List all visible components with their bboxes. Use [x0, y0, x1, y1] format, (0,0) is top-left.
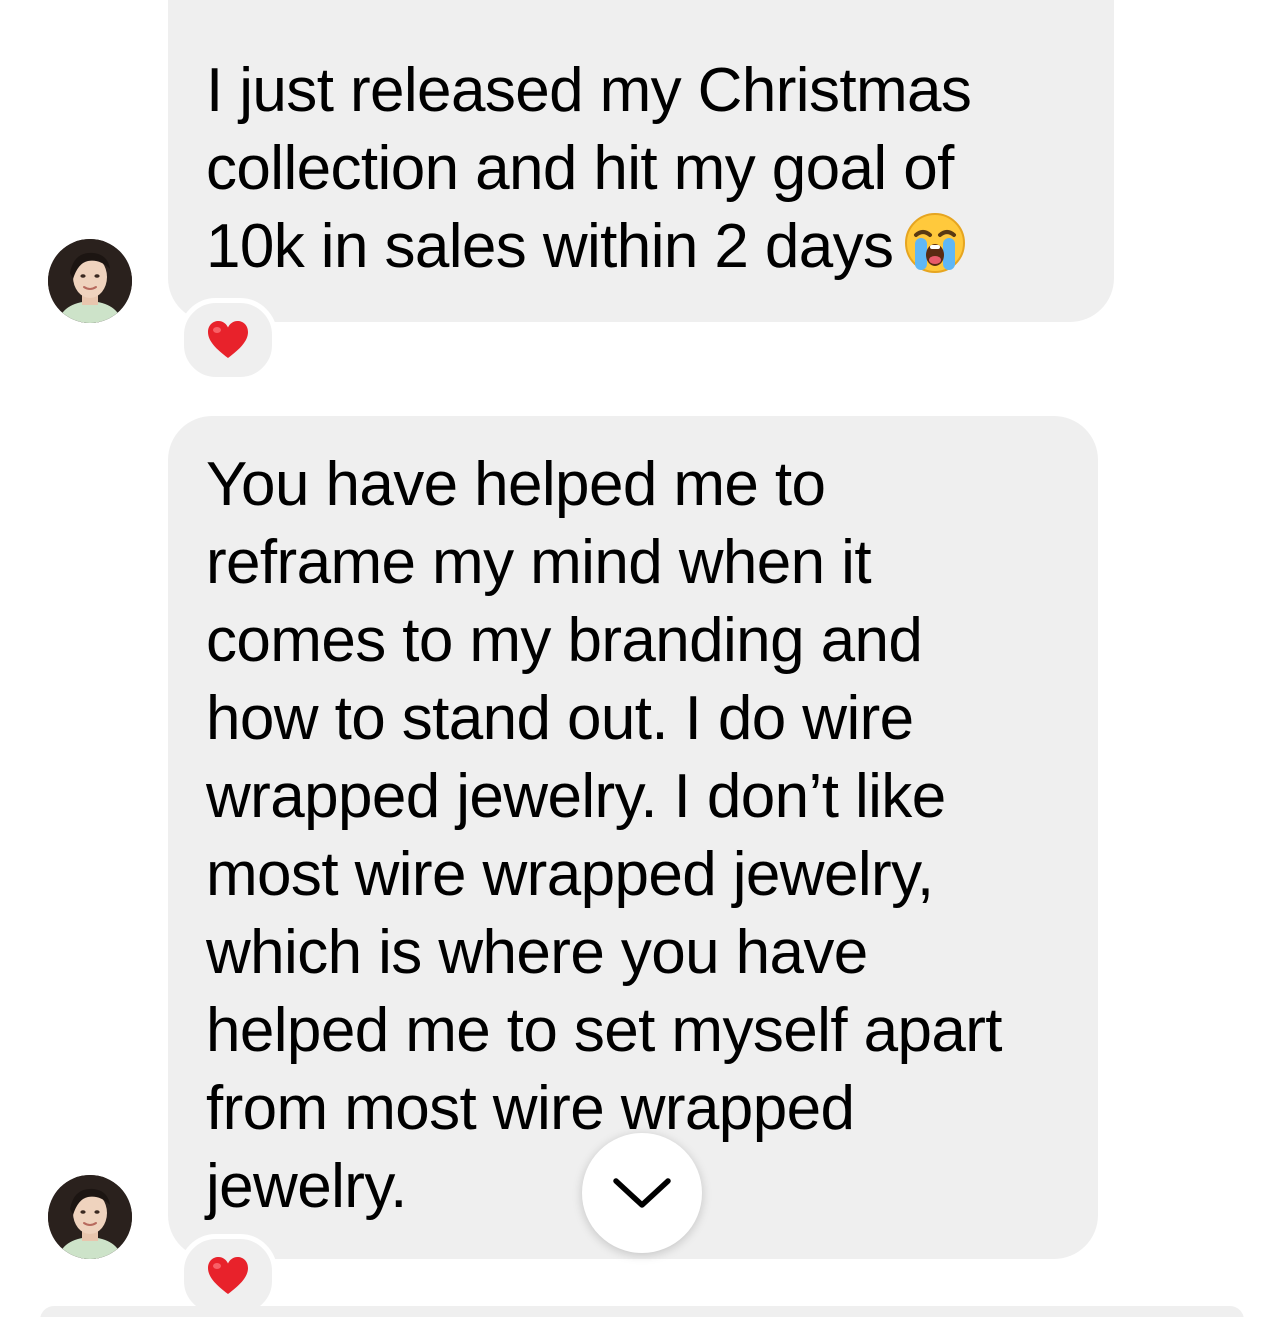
chevron-down-icon [613, 1178, 671, 1208]
heart-reaction[interactable] [179, 1234, 277, 1317]
next-message-edge [40, 1306, 1244, 1317]
message-text: I just released my Christmas collection … [206, 56, 972, 281]
loudly-crying-face-icon [903, 211, 967, 294]
scroll-to-bottom-button[interactable] [582, 1133, 702, 1253]
red-heart-icon [208, 321, 248, 358]
sender-avatar[interactable] [48, 1175, 132, 1259]
avatar-image [48, 239, 132, 323]
avatar-image [48, 1175, 132, 1259]
sender-avatar[interactable] [48, 239, 132, 323]
red-heart-icon [208, 1257, 248, 1294]
heart-reaction[interactable] [179, 298, 277, 382]
message-bubble[interactable]: I just released my Christmas collection … [168, 0, 1114, 322]
message-text: You have helped me to reframe my mind wh… [206, 450, 1003, 1221]
